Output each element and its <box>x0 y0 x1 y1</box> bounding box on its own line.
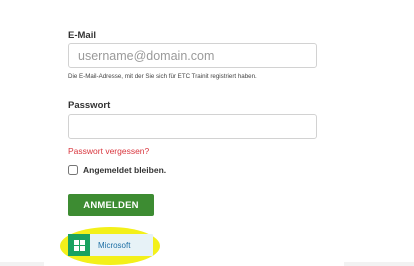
login-button[interactable]: ANMELDEN <box>68 194 154 216</box>
password-label: Passwort <box>68 100 111 111</box>
remember-me-label[interactable]: Angemeldet bleiben. <box>83 165 166 175</box>
remember-me-checkbox[interactable] <box>68 165 78 175</box>
email-input[interactable] <box>68 43 317 68</box>
windows-logo-icon <box>68 234 90 256</box>
password-input[interactable] <box>68 114 317 139</box>
microsoft-login-button[interactable]: Microsoft <box>68 234 153 256</box>
remember-me-row[interactable]: Angemeldet bleiben. <box>68 164 166 176</box>
email-help-text: Die E-Mail-Adresse, mit der Sie sich für… <box>68 73 257 80</box>
email-label: E-Mail <box>68 30 96 41</box>
microsoft-button-label: Microsoft <box>98 240 131 250</box>
forgot-password-link[interactable]: Passwort vergessen? <box>68 146 149 156</box>
